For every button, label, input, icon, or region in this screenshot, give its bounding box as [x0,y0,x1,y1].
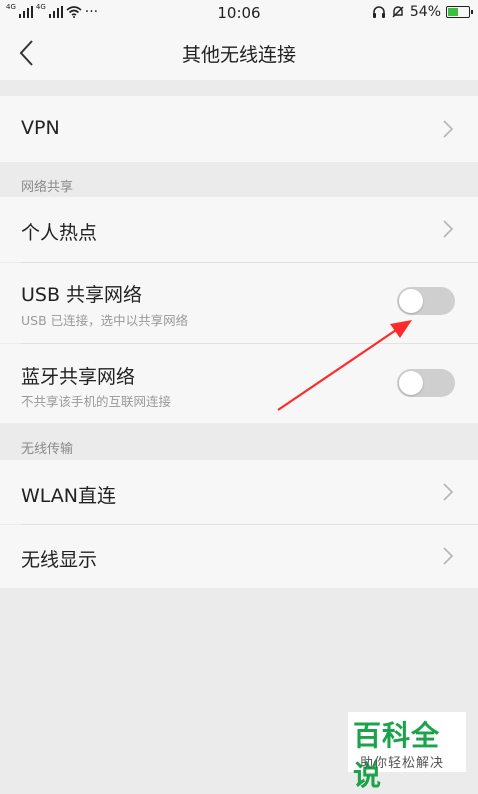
headset-icon [372,5,385,18]
annotation-arrow-icon [277,320,412,411]
watermark-slogan: 助你轻松解决 [360,756,445,771]
battery-tip [471,10,473,14]
mute-bell-icon [392,6,404,18]
bluetooth-tethering-subtitle: 不共享该手机的互联网连接 [21,394,172,409]
wireless-display-row[interactable]: 无线显示 [0,525,478,588]
chevron-right-icon [443,120,454,138]
toggle-knob [399,289,423,313]
chevron-right-icon [443,220,454,238]
battery-icon [446,6,473,18]
hotspot-row[interactable]: 个人热点 [0,197,478,262]
page-title: 其他无线连接 [181,44,296,66]
watermark-logo: 百科全说 助你轻松解决 [348,712,466,792]
status-right: 54% [372,4,473,20]
status-bar: 4G 4G ··· 10:06 54% [0,0,478,26]
usb-tethering-toggle[interactable] [397,287,455,315]
usb-tethering-label: USB 共享网络 [21,284,143,306]
section-title-sharing: 网络共享 [21,180,74,195]
battery-fill [448,8,459,16]
section-title-transfer: 无线传输 [21,442,74,457]
chevron-right-icon [443,483,454,501]
hotspot-label: 个人热点 [21,222,98,244]
vpn-label: VPN [21,117,60,139]
header-bar: 其他无线连接 [0,26,478,80]
vpn-row[interactable]: VPN [0,96,478,162]
bluetooth-tethering-label: 蓝牙共享网络 [21,366,136,388]
wlan-direct-label: WLAN直连 [21,485,117,507]
chevron-right-icon [443,547,454,565]
wlan-direct-row[interactable]: WLAN直连 [0,460,478,524]
usb-tethering-subtitle: USB 已连接，选中以共享网络 [21,313,189,328]
battery-percent: 54% [409,4,441,20]
wireless-display-label: 无线显示 [21,549,98,571]
